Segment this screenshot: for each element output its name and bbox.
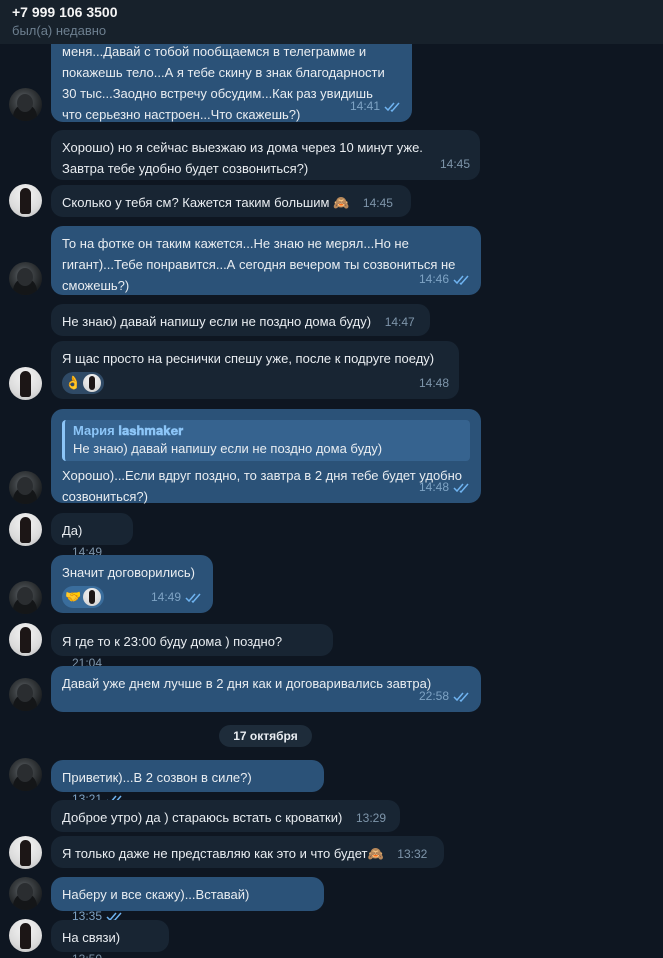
message-incoming[interactable]: Я где то к 23:00 буду дома ) поздно? 21:… [51, 624, 333, 670]
message-time: 14:45 [439, 157, 470, 171]
chat-header[interactable]: +7 999 106 3500 был(а) недавно [0, 0, 663, 44]
message-text: Сколько у тебя см? Кажется таким большим… [62, 195, 350, 210]
message-text: Хорошо)...Если вдруг поздно, то завтра в… [62, 468, 463, 504]
message-text: Я где то к 23:00 буду дома ) поздно? [62, 634, 283, 649]
message-outgoing[interactable]: Значит договорились) 🤝 14:49 [51, 555, 213, 613]
message-meta: 13:50 [72, 949, 102, 958]
avatar-self[interactable] [9, 513, 42, 546]
double-check-icon [453, 692, 469, 702]
avatar-contact[interactable] [9, 471, 42, 504]
message-meta: 14:49 [151, 587, 203, 608]
avatar-contact[interactable] [9, 262, 42, 295]
message-time: 13:32 [397, 847, 428, 861]
chat-status: был(а) недавно [12, 23, 107, 38]
avatar-self[interactable] [9, 623, 42, 656]
avatar-self[interactable] [9, 184, 42, 217]
avatar-self[interactable] [9, 836, 42, 869]
message-incoming[interactable]: Я только даже не представляю как это и ч… [51, 836, 444, 868]
message-text: Хорошо) но я сейчас выезжаю из дома чере… [62, 140, 423, 176]
reply-text: Не знаю) давай напишу если не поздно дом… [73, 441, 383, 456]
message-incoming[interactable]: Доброе утро) да ) стараюсь встать с кров… [51, 800, 400, 832]
message-time: 14:41 [349, 99, 380, 113]
message-meta: 13:29 [356, 808, 386, 829]
message-text: Я щас просто на реснички спешу уже, посл… [62, 351, 435, 366]
avatar-self[interactable] [9, 919, 42, 952]
message-text: Давай уже днем лучше в 2 дня как и догов… [62, 676, 432, 691]
message-text: Значит договорились) [62, 565, 196, 580]
message-meta: 13:32 [397, 844, 427, 865]
message-time: 14:47 [384, 315, 415, 329]
message-text: Я только даже не представляю как это и ч… [62, 846, 384, 861]
message-meta: 14:41 [350, 96, 402, 117]
reaction-bar[interactable]: 👌 [62, 372, 448, 394]
message-incoming[interactable]: Не знаю) давай напишу если не поздно дом… [51, 304, 430, 336]
message-incoming[interactable]: Да) 14:49 [51, 513, 133, 559]
message-meta: 14:48 [419, 373, 449, 394]
message-text: Да) [62, 523, 83, 538]
message-feed[interactable]: меня...Давай с тобой пообщаемся в телегр… [0, 0, 663, 958]
reactor-avatar [83, 588, 102, 606]
message-time: 14:48 [418, 480, 449, 494]
message-text: На связи) [62, 930, 121, 945]
message-meta: 22:58 [419, 686, 471, 707]
message-meta: 14:45 [363, 193, 393, 214]
reaction-emoji: 🤝 [65, 589, 82, 604]
message-time: 14:48 [418, 376, 449, 390]
double-check-icon [384, 102, 400, 112]
message-meta: 14:47 [385, 312, 415, 333]
message-text: Приветик)...В 2 созвон в силе?) [62, 770, 252, 785]
avatar-contact[interactable] [9, 678, 42, 711]
message-meta: 14:46 [419, 269, 471, 290]
message-time: 14:45 [362, 196, 393, 210]
message-meta: 14:48 [419, 477, 471, 498]
message-incoming[interactable]: Я щас просто на реснички спешу уже, посл… [51, 341, 459, 399]
message-outgoing[interactable]: Давай уже днем лучше в 2 дня как и догов… [51, 666, 481, 712]
message-time: 14:46 [418, 272, 449, 286]
message-text: меня...Давай с тобой пообщаемся в телегр… [62, 44, 385, 122]
double-check-icon [185, 593, 201, 603]
message-time: 22:58 [418, 689, 449, 703]
date-separator: 17 октября [219, 725, 312, 747]
message-incoming[interactable]: Хорошо) но я сейчас выезжаю из дома чере… [51, 130, 480, 180]
message-time: 13:50 [72, 949, 102, 958]
message-text: Наберу и все скажу)...Вставай) [62, 887, 250, 902]
reaction-chip[interactable]: 🤝 [62, 586, 105, 608]
reply-quote[interactable]: Мария 𝐥𝐚𝐬𝐡𝐦𝐚𝐤𝐞𝐫 Не знаю) давай напишу ес… [62, 420, 470, 461]
avatar-contact[interactable] [9, 877, 42, 910]
avatar-self[interactable] [9, 367, 42, 400]
avatar-contact[interactable] [9, 758, 42, 791]
double-check-icon [453, 483, 469, 493]
message-outgoing[interactable]: То на фотке он таким кажется...Не знаю н… [51, 226, 481, 295]
message-incoming[interactable]: Сколько у тебя см? Кажется таким большим… [51, 185, 411, 217]
message-outgoing[interactable]: Приветик)...В 2 созвон в силе?) 13:21 [51, 760, 324, 806]
message-text: Доброе утро) да ) стараюсь встать с кров… [62, 810, 343, 825]
message-text: Не знаю) давай напишу если не поздно дом… [62, 314, 372, 329]
message-outgoing[interactable]: Мария 𝐥𝐚𝐬𝐡𝐦𝐚𝐤𝐞𝐫 Не знаю) давай напишу ес… [51, 409, 481, 504]
double-check-icon [453, 275, 469, 285]
message-incoming[interactable]: На связи) 13:50 [51, 920, 169, 958]
reply-author: Мария 𝐥𝐚𝐬𝐡𝐦𝐚𝐤𝐞𝐫 [73, 423, 184, 438]
reaction-chip[interactable]: 👌 [62, 372, 105, 394]
reaction-emoji: 👌 [65, 375, 82, 390]
avatar-contact[interactable] [9, 88, 42, 121]
message-time: 14:49 [150, 590, 181, 604]
message-outgoing[interactable]: Наберу и все скажу)...Вставай) 13:35 [51, 877, 324, 923]
avatar-contact[interactable] [9, 581, 42, 614]
reactor-avatar [83, 374, 102, 392]
message-text: То на фотке он таким кажется...Не знаю н… [62, 236, 456, 293]
message-meta: 14:45 [440, 154, 470, 175]
message-time: 13:29 [355, 811, 386, 825]
chat-title[interactable]: +7 999 106 3500 [12, 3, 651, 21]
